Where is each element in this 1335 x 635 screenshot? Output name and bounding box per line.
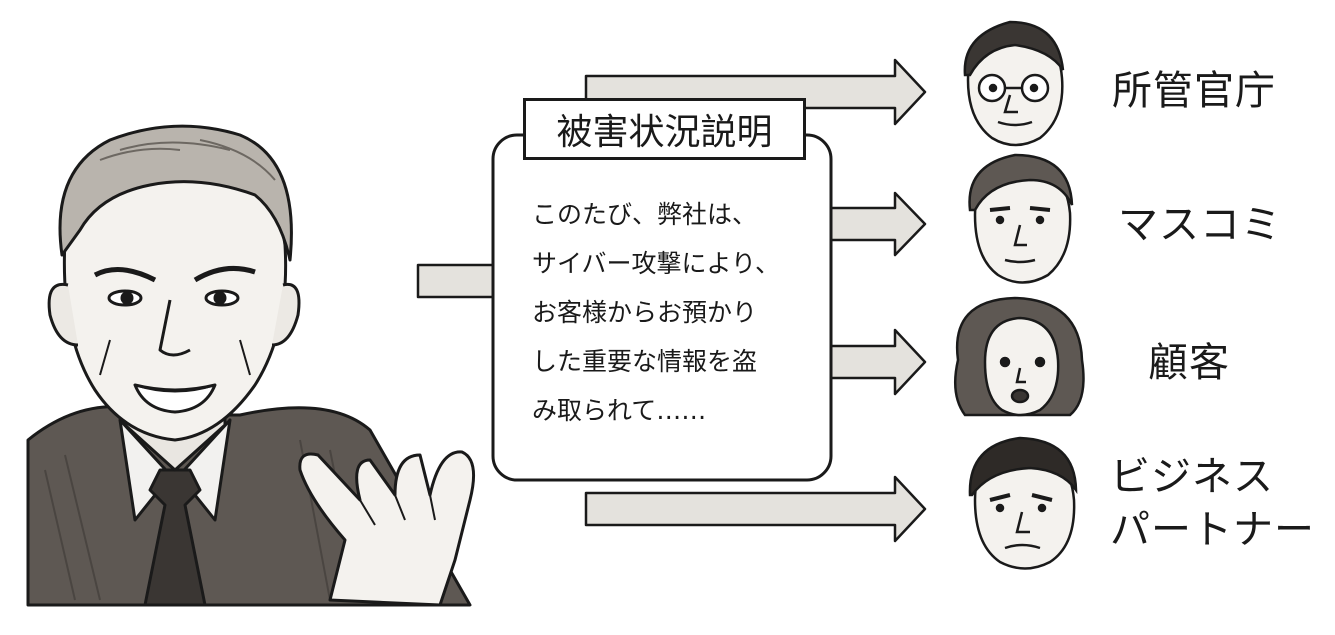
speaker-connector-arrow [416,263,498,299]
statement-text: このたび、弊社は、 サイバー攻撃により、 お客様からお預かり した重要な情報を盗… [532,190,812,435]
statement-line: このたび、弊社は、 [532,200,758,229]
arrow-to-partners [584,475,927,543]
business-partner-face [968,436,1078,570]
arrow-to-media [826,191,927,257]
statement-line: み取られて…… [532,396,707,425]
statement-line: した重要な情報を盗 [532,347,758,376]
recipient-label-media: マスコミ [1118,202,1282,248]
recipient-label-partners-line1: ビジネス [1110,454,1274,500]
media-reporter-face [968,153,1074,284]
statement-title: 被害状況説明 [523,98,806,160]
statement-line: サイバー攻撃により、 [532,249,781,278]
customer-woman-face [953,296,1085,417]
spokesman-illustration [26,124,476,607]
recipient-label-agency: 所管官庁 [1112,68,1276,114]
statement-line: お客様からお預かり [532,298,758,327]
agency-official-face [963,20,1065,147]
recipient-label-partners-line2: パートナー [1110,507,1315,553]
recipient-label-customers: 顧客 [1148,340,1230,386]
arrow-to-customers [826,328,927,396]
